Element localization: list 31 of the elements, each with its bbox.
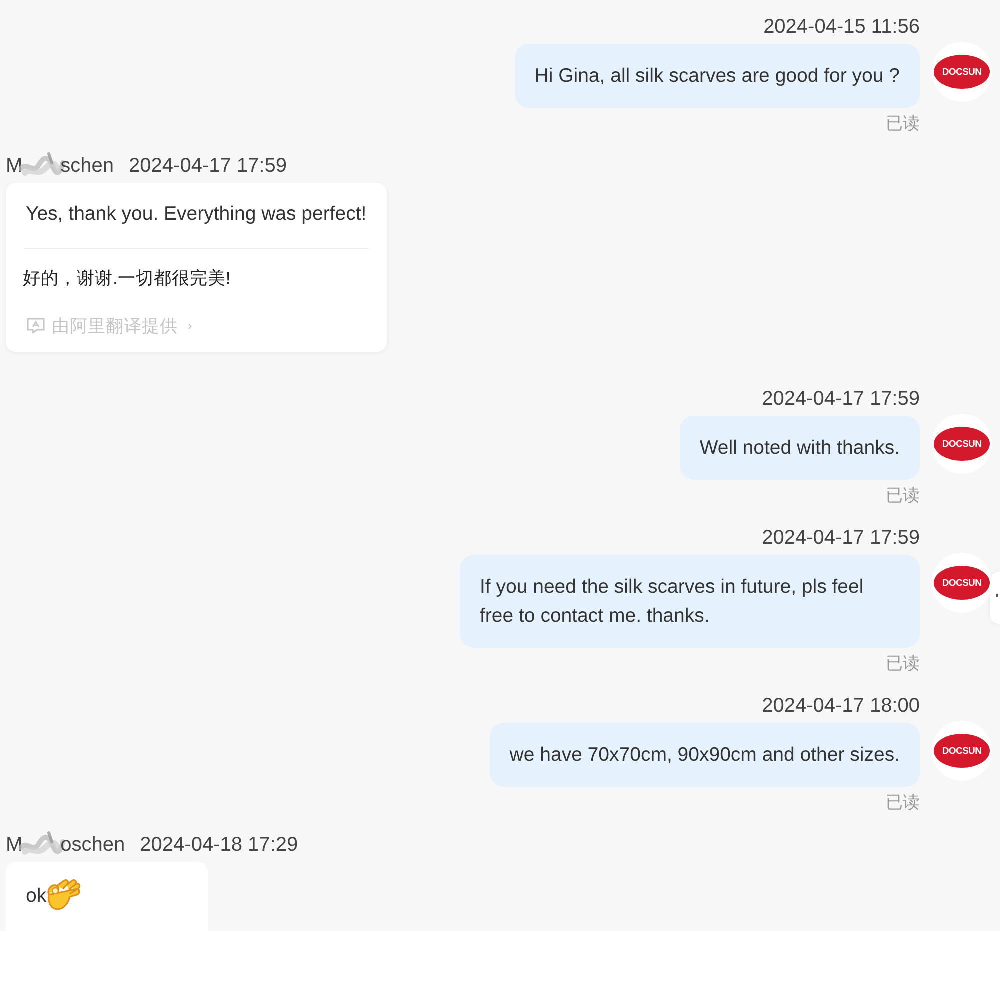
read-status: 已读 (886, 114, 920, 134)
message-bubble: Hi Gina, all silk scarves are good for you ? (514, 44, 920, 108)
read-status: 已读 (886, 793, 920, 813)
timestamp: 2024-04-18 17:29 (140, 834, 298, 856)
sender-name-end: schen (60, 154, 114, 178)
sender-name-start: M (6, 154, 23, 178)
logo-badge: DOCSUN (934, 427, 990, 461)
avatar[interactable]: DOCSUN (932, 721, 992, 781)
message-bubble: If you need the silk scarves in future, pls feel free to contact me. thanks. (460, 555, 920, 648)
timestamp: 2024-04-17 17:59 (129, 155, 287, 177)
timestamp: 2024-04-17 17:59 (762, 527, 920, 549)
sender-name-start: M (6, 834, 23, 856)
logo-badge: DOCSUN (934, 566, 990, 600)
message-bubble: we have 70x70cm, 90x90cm and other sizes. (490, 723, 920, 787)
sender-name-end: oschen (60, 834, 126, 856)
read-status: 已读 (886, 486, 920, 506)
side-handle[interactable] (990, 572, 1000, 624)
message-text: ok (26, 884, 47, 908)
avatar[interactable]: DOCSUN (932, 42, 992, 102)
avatar[interactable]: DOCSUN (932, 553, 992, 613)
translation-text: 好的，谢谢.一切都很完美! (23, 267, 232, 290)
read-status: 已读 (886, 654, 920, 674)
timestamp: 2024-04-15 11:56 (764, 16, 920, 38)
timestamp: 2024-04-17 17:59 (762, 388, 920, 410)
message-bubble: Well noted with thanks. (680, 416, 920, 480)
avatar[interactable]: DOCSUN (932, 414, 992, 474)
timestamp: 2024-04-17 18:00 (762, 695, 920, 717)
translate-icon (26, 317, 46, 335)
logo-badge: DOCSUN (934, 55, 990, 89)
message-text: Yes, thank you. Everything was perfect! (26, 202, 367, 227)
logo-badge: DOCSUN (934, 734, 990, 768)
